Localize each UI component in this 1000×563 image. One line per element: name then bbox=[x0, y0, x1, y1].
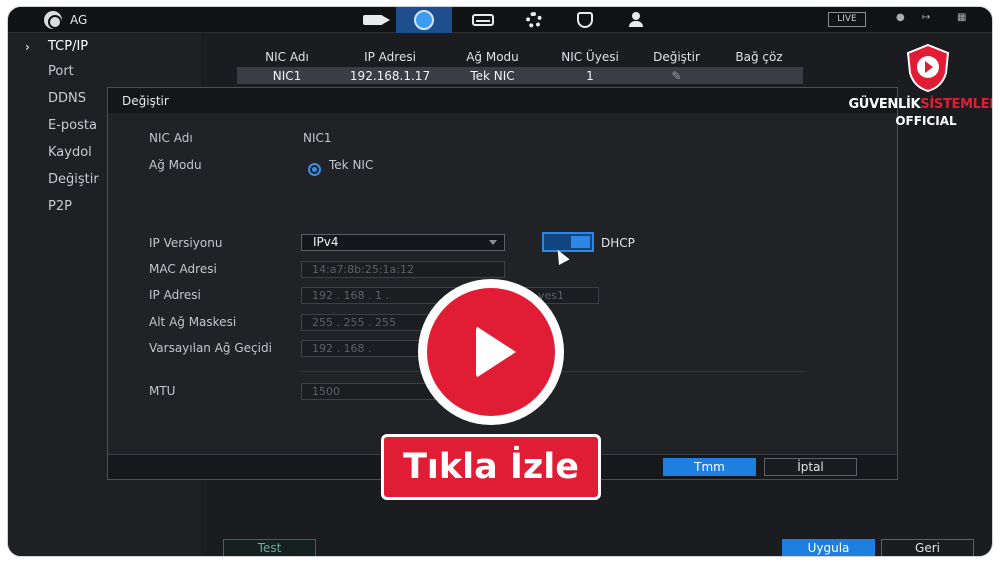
user-icon[interactable]: ● bbox=[896, 12, 905, 23]
chevron-right-icon: › bbox=[25, 40, 30, 54]
mac-field[interactable]: 14:a7:8b:25:1a:12 bbox=[301, 261, 505, 278]
security-shield-icon[interactable] bbox=[570, 10, 600, 30]
app-title: AG bbox=[70, 13, 88, 27]
gateway-label: Varsayılan Ağ Geçidi bbox=[149, 341, 272, 355]
network-globe-icon[interactable] bbox=[409, 10, 439, 30]
ip-version-select[interactable]: IPv4 bbox=[301, 234, 505, 251]
logo-line1-b: SİSTEMLERİ bbox=[920, 97, 992, 112]
ip-address-label: IP Adresi bbox=[149, 288, 201, 302]
net-mode-label: Ağ Modu bbox=[149, 158, 202, 172]
live-button[interactable]: LIVE bbox=[828, 12, 866, 27]
top-bar: AG LIVE ● ↦ ▦ bbox=[8, 7, 992, 33]
column-header: NIC Üyesi bbox=[561, 50, 619, 64]
shield-play-logo-icon bbox=[906, 43, 950, 93]
apply-button[interactable]: Uygula bbox=[782, 539, 875, 556]
single-nic-radio[interactable] bbox=[308, 163, 321, 176]
cell-ip-address: 192.168.1.17 bbox=[349, 68, 431, 83]
column-header: Değiştir bbox=[653, 50, 700, 64]
globe-logo-icon bbox=[44, 11, 62, 29]
column-header: IP Adresi bbox=[364, 50, 416, 64]
dhcp-toggle[interactable] bbox=[542, 232, 594, 252]
ip-version-label: IP Versiyonu bbox=[149, 236, 223, 250]
mtu-label: MTU bbox=[149, 384, 176, 398]
logout-icon[interactable]: ↦ bbox=[922, 12, 930, 23]
column-header: Bağ çöz bbox=[735, 50, 783, 64]
brand: AG bbox=[44, 9, 87, 31]
column-header: NIC Adı bbox=[265, 50, 309, 64]
sidebar-item-label: Değiştir bbox=[48, 172, 99, 187]
back-button[interactable]: Geri bbox=[881, 539, 974, 556]
dhcp-label: DHCP bbox=[601, 236, 635, 250]
dialog-title: Değiştir bbox=[108, 88, 897, 113]
sidebar-item-label: DDNS bbox=[48, 91, 86, 106]
test-button[interactable]: Test bbox=[223, 539, 316, 556]
cell-net-mode: Tek NIC bbox=[470, 68, 515, 83]
subnet-mask-label: Alt Ağ Maskesi bbox=[149, 315, 237, 329]
table-header-row: NIC Adı IP Adresi Ağ Modu NIC Üyesi Deği… bbox=[237, 47, 803, 67]
single-nic-option-label: Tek NIC bbox=[329, 158, 374, 172]
column-header: Ağ Modu bbox=[466, 50, 519, 64]
sidebar-item-port[interactable]: Port bbox=[8, 59, 201, 85]
mac-label: MAC Adresi bbox=[149, 262, 217, 276]
account-users-icon[interactable] bbox=[622, 10, 652, 30]
logo-line2: OFFICIAL bbox=[895, 114, 957, 128]
play-icon bbox=[476, 326, 516, 378]
cancel-button[interactable]: İptal bbox=[764, 458, 857, 476]
cell-nic-name: NIC1 bbox=[272, 68, 302, 83]
channel-logo: GÜVENLİKSİSTEMLERİ OFFICIAL bbox=[846, 43, 992, 133]
watch-button[interactable]: Tıkla İzle bbox=[381, 434, 601, 500]
sidebar-item-tcpip[interactable]: › TCP/IP bbox=[8, 34, 201, 60]
sidebar-item-label: TCP/IP bbox=[48, 39, 89, 54]
play-circle bbox=[427, 288, 555, 416]
camera-icon[interactable] bbox=[358, 10, 390, 30]
nic-name-label: NIC Adı bbox=[149, 131, 193, 145]
sidebar-item-label: Port bbox=[48, 64, 74, 79]
nic-name-value: NIC1 bbox=[303, 131, 332, 145]
play-button[interactable] bbox=[418, 279, 564, 425]
logo-line1: GÜVENLİKSİSTEMLERİ bbox=[846, 97, 992, 112]
cell-nic-member: 1 bbox=[586, 68, 594, 83]
nic-table: NIC Adı IP Adresi Ağ Modu NIC Üyesi Deği… bbox=[237, 47, 803, 89]
storage-icon[interactable] bbox=[468, 10, 498, 30]
sidebar-item-label: Kaydol bbox=[48, 145, 92, 160]
sidebar-item-label: P2P bbox=[48, 199, 72, 214]
sidebar-item-label: E-posta bbox=[48, 118, 97, 133]
table-row[interactable]: NIC1 192.168.1.17 Tek NIC 1 ✎ bbox=[237, 67, 803, 84]
edit-pencil-icon[interactable]: ✎ bbox=[638, 69, 715, 83]
grid-menu-icon[interactable]: ▦ bbox=[957, 12, 966, 23]
settings-gears-icon[interactable] bbox=[519, 10, 549, 30]
ip-version-value: IPv4 bbox=[313, 235, 339, 249]
ok-button[interactable]: Tmm bbox=[663, 458, 756, 476]
logo-line1-a: GÜVENLİK bbox=[848, 97, 921, 112]
chevron-down-icon bbox=[489, 240, 497, 245]
